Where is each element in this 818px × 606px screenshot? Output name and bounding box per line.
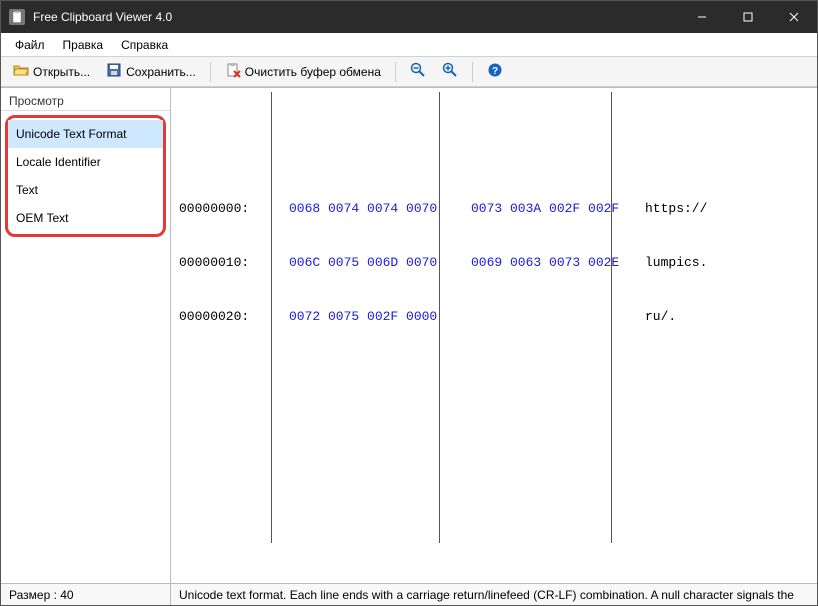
hex-bytes: [471, 308, 633, 326]
menu-help[interactable]: Справка: [113, 36, 176, 54]
hex-row: 00000000: 0068 0074 0074 0070 0073 003A …: [179, 200, 809, 218]
app-icon: [9, 9, 25, 25]
status-description: Unicode text format. Each line ends with…: [171, 584, 817, 605]
help-icon: ?: [487, 62, 503, 81]
help-button[interactable]: ?: [481, 60, 509, 83]
svg-text:?: ?: [492, 66, 498, 77]
toolbar: Открыть... Сохранить... Очистить буфер о…: [1, 57, 817, 87]
clear-button[interactable]: Очистить буфер обмена: [219, 60, 387, 83]
format-list: Unicode Text Format Locale Identifier Te…: [5, 115, 166, 237]
titlebar: Free Clipboard Viewer 4.0: [1, 1, 817, 33]
folder-open-icon: [13, 62, 29, 81]
maximize-button[interactable]: [725, 1, 771, 33]
toolbar-separator: [395, 62, 396, 82]
clear-label: Очистить буфер обмена: [245, 65, 381, 79]
hex-offset: 00000000:: [179, 200, 269, 218]
content-area: Просмотр Unicode Text Format Locale Iden…: [1, 87, 817, 583]
zoom-out-icon: [410, 62, 426, 81]
sidebar-header: Просмотр: [1, 90, 170, 111]
sidebar-item-locale-identifier[interactable]: Locale Identifier: [8, 148, 163, 176]
sidebar-item-oem-text[interactable]: OEM Text: [8, 204, 163, 232]
save-label: Сохранить...: [126, 65, 196, 79]
open-label: Открыть...: [33, 65, 90, 79]
hex-viewer[interactable]: 00000000: 0068 0074 0074 0070 0073 003A …: [171, 88, 817, 583]
app-window: Free Clipboard Viewer 4.0 Файл Правка Сп…: [0, 0, 818, 606]
zoom-out-button[interactable]: [404, 60, 432, 83]
hex-bytes: 0072 0075 002F 0000: [289, 308, 451, 326]
hex-offset: 00000020:: [179, 308, 269, 326]
save-button[interactable]: Сохранить...: [100, 60, 202, 83]
toolbar-separator: [210, 62, 211, 82]
hex-ascii: lumpics.: [633, 254, 707, 272]
sidebar-item-text[interactable]: Text: [8, 176, 163, 204]
toolbar-separator: [472, 62, 473, 82]
window-title: Free Clipboard Viewer 4.0: [33, 10, 679, 24]
hex-ascii: https://: [633, 200, 707, 218]
menubar: Файл Правка Справка: [1, 33, 817, 57]
hex-row: 00000010: 006C 0075 006D 0070 0069 0063 …: [179, 254, 809, 272]
clipboard-clear-icon: [225, 62, 241, 81]
menu-edit[interactable]: Правка: [55, 36, 112, 54]
sidebar-item-unicode-text[interactable]: Unicode Text Format: [8, 120, 163, 148]
zoom-in-icon: [442, 62, 458, 81]
hex-ascii: ru/.: [633, 308, 676, 326]
hex-offset: 00000010:: [179, 254, 269, 272]
zoom-in-button[interactable]: [436, 60, 464, 83]
menu-file[interactable]: Файл: [7, 36, 53, 54]
close-button[interactable]: [771, 1, 817, 33]
hex-bytes: 0073 003A 002F 002F: [471, 200, 633, 218]
hex-row: 00000020: 0072 0075 002F 0000 ru/.: [179, 308, 809, 326]
hex-bytes: 006C 0075 006D 0070: [289, 254, 451, 272]
window-controls: [679, 1, 817, 33]
save-icon: [106, 62, 122, 81]
statusbar: Размер : 40 Unicode text format. Each li…: [1, 583, 817, 605]
hex-bytes: 0069 0063 0073 002E: [471, 254, 633, 272]
sidebar: Просмотр Unicode Text Format Locale Iden…: [1, 88, 171, 583]
open-button[interactable]: Открыть...: [7, 60, 96, 83]
hex-bytes: 0068 0074 0074 0070: [289, 200, 451, 218]
minimize-button[interactable]: [679, 1, 725, 33]
status-size: Размер : 40: [1, 584, 171, 605]
